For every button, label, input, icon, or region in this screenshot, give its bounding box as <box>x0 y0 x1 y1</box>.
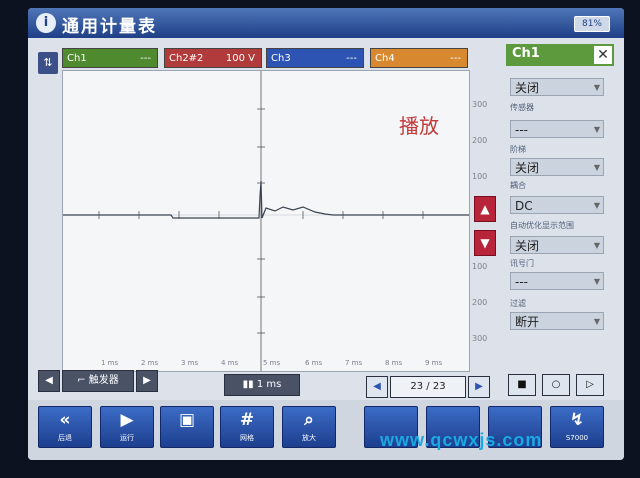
ch1-trace <box>63 180 469 219</box>
capture-button[interactable]: ▣ <box>160 406 214 448</box>
y-label-0: 300 <box>472 100 488 109</box>
channel-ch1[interactable]: Ch1 --- <box>62 48 158 68</box>
signal-gate-label: 讯号门 <box>510 259 534 268</box>
channel-ch3[interactable]: Ch3 --- <box>266 48 364 68</box>
signal-icon: ↯ <box>569 410 585 430</box>
scroll-up-button[interactable]: ▲ <box>474 196 496 222</box>
svg-text:6 ms: 6 ms <box>305 359 322 367</box>
app-icon[interactable]: i <box>36 13 56 33</box>
run-button[interactable]: ▶ 运行 <box>100 406 154 448</box>
auto-range-label: 自动优化显示范围 <box>510 221 574 230</box>
channel-settings-panel: Ch1 ✕ 关闭 ▼ 传感器 --- ▼ 阶梯 关闭 ▼ 耦合 DC ▼ 自动优化显示范… <box>506 44 614 364</box>
channel-enable-select[interactable]: 关闭 ▼ <box>510 78 604 96</box>
svg-text:1 ms: 1 ms <box>101 359 118 367</box>
arrow-up-icon: ▲ <box>480 202 490 216</box>
y-label-6: 300 <box>472 334 488 343</box>
svg-text:3 ms: 3 ms <box>181 359 198 367</box>
zoom-icon: ⌕ <box>304 410 314 430</box>
zoom-button[interactable]: ⌕ 放大 <box>282 406 336 448</box>
run-icon: ▶ <box>120 410 134 430</box>
scope-screen: i 通用计量表 81% ⇅ Ch1 --- Ch2#2 100 V Ch3 --- C… <box>28 8 624 460</box>
back-button[interactable]: «后退 <box>38 406 92 448</box>
next-trigger-button[interactable]: ▶ <box>136 370 158 392</box>
play-button[interactable]: ▷ <box>576 374 604 396</box>
filter-label: 过滤 <box>510 299 526 308</box>
title-bar: i 通用计量表 81% <box>28 8 624 38</box>
sensor-label: 传感器 <box>510 103 534 112</box>
trigger-button[interactable]: ⌐ 触发器 <box>62 370 134 392</box>
waveform-svg: 播放 1 ms 2 ms 3 ms 4 ms 5 ms 6 ms 7 ms 8 ms 9… <box>63 71 469 371</box>
panel-title: Ch1 <box>512 46 540 61</box>
auto-range-select[interactable]: 关闭 ▼ <box>510 236 604 254</box>
signal-gate-select[interactable]: --- ▼ <box>510 272 604 290</box>
filter-select[interactable]: 断开 ▼ <box>510 312 604 330</box>
svg-text:5 ms: 5 ms <box>263 359 280 367</box>
svg-text:9 ms: 9 ms <box>425 359 442 367</box>
step-label: 阶梯 <box>510 145 526 154</box>
y-label-4: 100 <box>472 262 488 271</box>
record-button[interactable]: ○ <box>542 374 570 396</box>
next-page-button[interactable]: ▶ <box>468 376 490 398</box>
y-label-1: 200 <box>472 136 488 145</box>
stop-button[interactable]: ■ <box>508 374 536 396</box>
coupling-label: 耦合 <box>510 181 526 190</box>
svg-text:7 ms: 7 ms <box>345 359 362 367</box>
panel-header: Ch1 ✕ <box>506 44 614 66</box>
s7000-button[interactable]: ↯ S7000 <box>550 406 604 448</box>
timebase-button[interactable]: ▮▮ 1 ms <box>224 374 300 396</box>
prev-trigger-button[interactable]: ◀ <box>38 370 60 392</box>
step-select[interactable]: 关闭 ▼ <box>510 158 604 176</box>
channel-ch2[interactable]: Ch2#2 100 V <box>164 48 262 68</box>
svg-text:2 ms: 2 ms <box>141 359 158 367</box>
prev-page-button[interactable]: ◀ <box>366 376 388 398</box>
channel-ch4[interactable]: Ch4 --- <box>370 48 468 68</box>
grid-icon: # <box>239 410 255 430</box>
window-title: 通用计量表 <box>62 17 157 37</box>
close-icon[interactable]: ✕ <box>594 46 612 64</box>
waveform-plot[interactable]: 播放 1 ms 2 ms 3 ms 4 ms 5 ms 6 ms 7 ms 8 ms 9… <box>62 70 470 372</box>
capture-icon: ▣ <box>178 410 196 430</box>
page-indicator: 23 / 23 <box>390 376 466 398</box>
channel-select-icon[interactable]: ⇅ <box>38 52 58 74</box>
y-label-5: 200 <box>472 298 488 307</box>
y-label-2: 100 <box>472 172 488 181</box>
grid-button[interactable]: # 网格 <box>220 406 274 448</box>
back-icon: « <box>59 410 71 430</box>
scroll-down-button[interactable]: ▼ <box>474 230 496 256</box>
timebase-icon: ▮▮ <box>242 379 257 390</box>
playback-label: 播放 <box>399 114 439 138</box>
trigger-icon: ⌐ <box>77 375 89 386</box>
arrow-down-icon: ▼ <box>480 236 490 250</box>
site-watermark: www.qcwxjs.com <box>380 430 543 450</box>
sensor-select[interactable]: --- ▼ <box>510 120 604 138</box>
coupling-select[interactable]: DC ▼ <box>510 196 604 214</box>
svg-text:8 ms: 8 ms <box>385 359 402 367</box>
svg-text:4 ms: 4 ms <box>221 359 238 367</box>
battery-indicator: 81% <box>574 16 610 32</box>
x-axis-labels: 1 ms 2 ms 3 ms 4 ms 5 ms 6 ms 7 ms 8 ms 9 ms <box>101 359 442 367</box>
